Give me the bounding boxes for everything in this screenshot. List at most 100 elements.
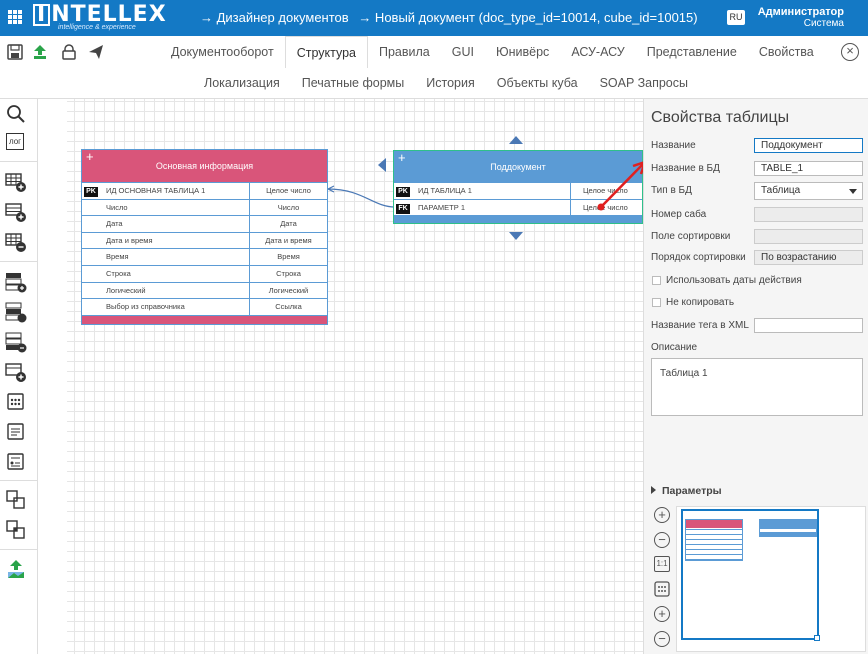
- move-down-arrow-icon[interactable]: [509, 232, 523, 240]
- move-left-arrow-icon[interactable]: [378, 158, 386, 172]
- field-name: Выбор из справочника: [106, 302, 185, 312]
- sub-tabs: Локализация Печатные формы История Объек…: [193, 68, 699, 98]
- send-icon[interactable]: [88, 44, 104, 60]
- sortorder-input: По возрастанию: [754, 250, 863, 265]
- key-badge: [82, 200, 100, 216]
- publish-icon[interactable]: [32, 44, 48, 60]
- no-copy-checkbox[interactable]: [652, 298, 661, 307]
- list-icon[interactable]: [5, 421, 27, 443]
- minimap-table-main: [685, 519, 743, 561]
- database-remove-icon[interactable]: [5, 331, 27, 353]
- field-name: Время: [106, 252, 129, 262]
- database-add-icon[interactable]: [5, 271, 27, 293]
- database-edit-icon[interactable]: [5, 301, 27, 323]
- apps-grid-icon[interactable]: [8, 10, 22, 24]
- table-rows: PK ИД ОСНОВНАЯ ТАБЛИЦА 1 Целое число Число…: [82, 182, 327, 315]
- add-table-icon[interactable]: [5, 171, 27, 193]
- bring-front-icon[interactable]: [5, 489, 27, 511]
- field-type: Дата и время: [249, 232, 327, 249]
- description-textarea[interactable]: Таблица 1: [651, 358, 863, 416]
- tab-view[interactable]: Представление: [636, 36, 748, 68]
- chevron-right-icon: [651, 486, 656, 494]
- close-icon[interactable]: ×: [841, 43, 859, 61]
- table-row[interactable]: Число Число: [82, 198, 327, 216]
- expand-icon[interactable]: +: [86, 141, 94, 173]
- subtab-cube-objects[interactable]: Объекты куба: [486, 68, 589, 98]
- dbname-input[interactable]: TABLE_1: [754, 161, 863, 176]
- use-dates-label: Использовать даты действия: [666, 275, 802, 286]
- relation-connector[interactable]: [323, 184, 398, 214]
- params-label: Параметры: [662, 485, 722, 497]
- table-title: Основная информация: [155, 161, 254, 171]
- field-name: Дата и время: [106, 235, 153, 245]
- table-row[interactable]: Выбор из справочника Ссылка: [82, 298, 327, 315]
- minimap-table-sub: [759, 519, 817, 537]
- search-icon[interactable]: [5, 103, 27, 125]
- send-back-icon[interactable]: [5, 519, 27, 541]
- tab-properties[interactable]: Свойства: [748, 36, 825, 68]
- field-name: Логический: [106, 285, 146, 295]
- subtab-soap-requests[interactable]: SOAP Запросы: [589, 68, 699, 98]
- xml-tag-label: Название тега в XML: [651, 320, 749, 331]
- key-badge: PK: [84, 187, 98, 197]
- zoom-in-icon[interactable]: +: [654, 507, 670, 523]
- log-button[interactable]: лог: [6, 133, 24, 150]
- remove-row-icon[interactable]: [5, 231, 27, 253]
- tab-rules[interactable]: Правила: [368, 36, 441, 68]
- dbtype-select[interactable]: Таблица: [754, 182, 863, 200]
- add-row-icon[interactable]: [5, 201, 27, 223]
- use-dates-checkbox[interactable]: [652, 276, 661, 285]
- field-type: Ссылка: [249, 299, 327, 315]
- tab-asu-asu[interactable]: АСУ-АСУ: [560, 36, 635, 68]
- lock-icon[interactable]: [61, 44, 77, 60]
- zoom-out-icon[interactable]: −: [654, 631, 670, 647]
- name-input[interactable]: Поддокумент: [754, 138, 863, 153]
- save-icon[interactable]: [7, 44, 23, 60]
- zoom-reset-button[interactable]: 1:1: [654, 556, 670, 572]
- main-tabs: Документооборот Структура Правила GUI Юн…: [160, 36, 825, 68]
- table-row[interactable]: Строка Строка: [82, 264, 327, 282]
- language-button[interactable]: RU: [727, 10, 745, 25]
- tab-universe[interactable]: Юнивёрс: [485, 36, 560, 68]
- minimap[interactable]: [676, 506, 866, 652]
- dictionary-icon[interactable]: [5, 391, 27, 413]
- form-icon[interactable]: [5, 451, 27, 473]
- field-name: ИД ОСНОВНАЯ ТАБЛИЦА 1: [106, 186, 206, 195]
- xml-tag-input[interactable]: [754, 318, 863, 333]
- table-row[interactable]: Дата и время Дата и время: [82, 231, 327, 249]
- table-row[interactable]: Время Время: [82, 248, 327, 265]
- field-type: Строка: [249, 265, 327, 282]
- minimap-resize-handle[interactable]: [814, 635, 820, 641]
- field-name: Число: [106, 202, 128, 212]
- expand-icon[interactable]: +: [398, 142, 406, 174]
- user-info[interactable]: Администратор Система: [758, 6, 844, 30]
- subtab-history[interactable]: История: [415, 68, 485, 98]
- sortfield-label: Поле сортировки: [651, 231, 731, 242]
- subtab-localization[interactable]: Локализация: [193, 68, 291, 98]
- key-badge: [82, 216, 100, 232]
- panel-title: Свойства таблицы: [651, 109, 790, 126]
- table-row[interactable]: Дата Дата: [82, 215, 327, 232]
- diagram-canvas[interactable]: + Основная информация PK ИД ОСНОВНАЯ ТАБЛ…: [38, 99, 647, 654]
- table-title: Поддокумент: [490, 162, 546, 172]
- fit-grid-icon[interactable]: [654, 581, 670, 597]
- add-field-icon[interactable]: [5, 361, 27, 383]
- subtab-print-forms[interactable]: Печатные формы: [291, 68, 416, 98]
- table-header[interactable]: + Основная информация: [82, 149, 327, 182]
- field-name: Строка: [106, 268, 131, 278]
- tab-structure[interactable]: Структура: [284, 36, 368, 68]
- zoom-in-icon[interactable]: +: [654, 606, 670, 622]
- params-section-toggle[interactable]: Параметры: [651, 485, 722, 497]
- table-main-info[interactable]: + Основная информация PK ИД ОСНОВНАЯ ТАБЛ…: [81, 149, 328, 325]
- tab-document-flow[interactable]: Документооборот: [160, 36, 285, 68]
- tab-gui[interactable]: GUI: [441, 36, 485, 68]
- zoom-out-icon[interactable]: −: [654, 532, 670, 548]
- logo-tagline: intelligence & experience: [58, 24, 136, 31]
- table-row[interactable]: Логический Логический: [82, 281, 327, 299]
- desc-label: Описание: [651, 342, 698, 353]
- move-up-arrow-icon[interactable]: [509, 136, 523, 144]
- export-image-icon[interactable]: [5, 558, 27, 580]
- breadcrumb-item[interactable]: → Дизайнер документов: [200, 10, 349, 25]
- table-row[interactable]: PK ИД ОСНОВНАЯ ТАБЛИЦА 1 Целое число: [82, 182, 327, 199]
- table-footer: [394, 215, 642, 224]
